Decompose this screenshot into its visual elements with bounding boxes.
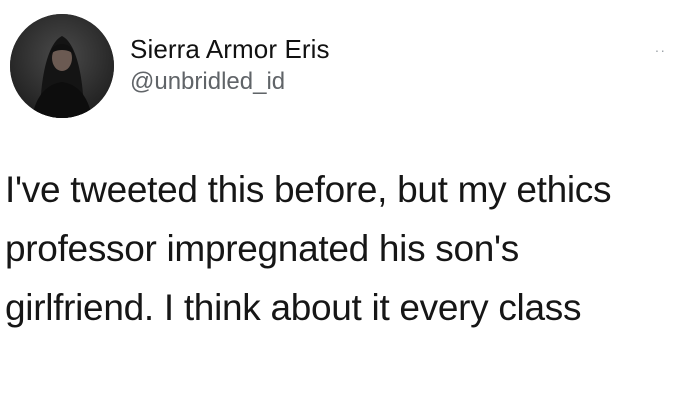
tweet-text: I've tweeted this before, but my ethics … xyxy=(5,169,612,328)
avatar-photo xyxy=(10,14,114,118)
tweet-header: Sierra Armor Eris @unbridled_id xyxy=(10,14,330,118)
user-handle[interactable]: @unbridled_id xyxy=(130,67,330,97)
more-dots-icon[interactable]: ·· xyxy=(655,42,666,58)
tweet-card: Sierra Armor Eris @unbridled_id ·· I've … xyxy=(0,0,686,416)
user-meta: Sierra Armor Eris @unbridled_id xyxy=(130,33,330,97)
display-name[interactable]: Sierra Armor Eris xyxy=(130,33,330,65)
avatar[interactable] xyxy=(10,14,114,118)
